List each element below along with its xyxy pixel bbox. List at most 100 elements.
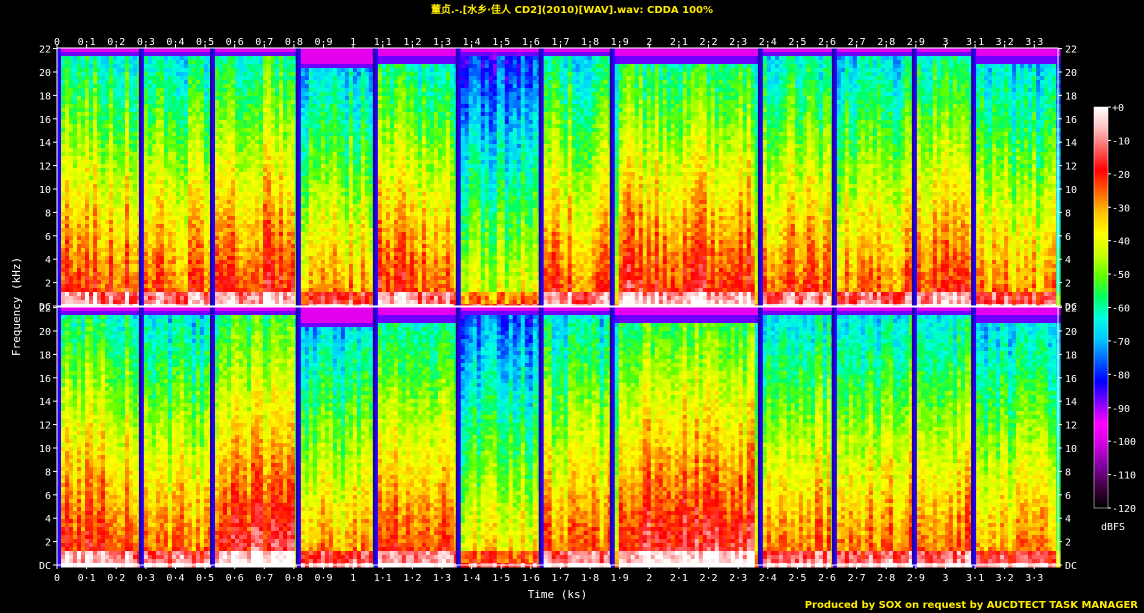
y-tick-label: 4 bbox=[1065, 514, 1071, 525]
x-tick-label: 0·3 bbox=[137, 573, 155, 584]
x-tick-label: 3·2 bbox=[996, 573, 1014, 584]
x-tick-label: 2·5 bbox=[788, 37, 806, 48]
x-tick-label: 1·7 bbox=[551, 37, 569, 48]
track-segment bbox=[457, 48, 542, 309]
y-tick-label: 18 bbox=[1065, 91, 1077, 102]
track-segment bbox=[457, 307, 542, 568]
track-boundary bbox=[610, 48, 613, 306]
track-boundary bbox=[296, 48, 299, 306]
x-tick-label: 2·3 bbox=[729, 37, 747, 48]
x-tick-label: 0·3 bbox=[137, 37, 155, 48]
track-boundary bbox=[758, 48, 761, 306]
x-tick-label: 2·4 bbox=[759, 37, 777, 48]
track-boundary bbox=[912, 48, 915, 306]
track-boundary bbox=[539, 48, 542, 306]
track-boundary bbox=[971, 48, 974, 306]
x-tick-label: 3 bbox=[942, 573, 948, 584]
x-tick-label: 1·8 bbox=[581, 573, 599, 584]
y-tick-label: 12 bbox=[39, 421, 51, 432]
x-tick-label: 2·1 bbox=[670, 37, 688, 48]
x-tick-label: 1·9 bbox=[611, 37, 629, 48]
x-tick-label: 0·2 bbox=[107, 37, 125, 48]
y-tick-label: 12 bbox=[39, 162, 51, 173]
y-tick-label: 2 bbox=[45, 279, 51, 290]
x-tick-label: 2 bbox=[646, 573, 652, 584]
x-tick-label: 1·2 bbox=[403, 573, 421, 584]
y-tick-label: 14 bbox=[39, 397, 51, 408]
x-tick-label: 0 bbox=[54, 573, 60, 584]
track-boundary bbox=[912, 307, 915, 565]
y-tick-label: 4 bbox=[1065, 255, 1071, 266]
track-segment bbox=[759, 48, 836, 309]
x-tick-label: 1·2 bbox=[403, 37, 421, 48]
colorbar-tick-label: -70 bbox=[1112, 337, 1130, 348]
x-axis-label: Time (ks) bbox=[528, 588, 588, 601]
x-tick-label: 0·4 bbox=[166, 37, 184, 48]
y-tick-label: 22 bbox=[1065, 304, 1077, 315]
track-segment bbox=[540, 48, 613, 309]
x-tick-label: 2·9 bbox=[907, 37, 925, 48]
x-tick-label: 3·1 bbox=[966, 37, 984, 48]
track-segment bbox=[140, 307, 213, 568]
track-boundary bbox=[758, 307, 761, 565]
y-axis-label: Frequency (kHz) bbox=[10, 257, 23, 356]
track-boundary bbox=[539, 307, 542, 565]
x-tick-label: 2 bbox=[646, 37, 652, 48]
x-tick-label: 1·3 bbox=[433, 573, 451, 584]
y-tick-label: 4 bbox=[45, 255, 51, 266]
x-tick-label: 2·8 bbox=[877, 573, 895, 584]
x-tick-label: 1 bbox=[350, 37, 356, 48]
track-segment bbox=[833, 307, 914, 568]
y-tick-label: 6 bbox=[45, 491, 51, 502]
producer-credit: Produced by SOX on request by AUCDTECT T… bbox=[805, 600, 1138, 611]
x-tick-label: 1·4 bbox=[463, 37, 481, 48]
y-tick-label: 18 bbox=[39, 350, 51, 361]
x-tick-label: 1·6 bbox=[522, 37, 540, 48]
x-tick-label: 3·3 bbox=[1025, 37, 1043, 48]
x-tick-label: 3·3 bbox=[1025, 573, 1043, 584]
track-segment bbox=[297, 48, 378, 309]
track-boundary bbox=[373, 307, 376, 565]
track-boundary bbox=[139, 48, 142, 306]
colorbar-tick-label: -100 bbox=[1112, 437, 1136, 448]
x-tick-label: 0·2 bbox=[107, 573, 125, 584]
y-tick-label: 8 bbox=[45, 208, 51, 219]
y-tick-label: 2 bbox=[45, 538, 51, 549]
x-tick-label: 0·8 bbox=[285, 37, 303, 48]
x-tick-label: 0 bbox=[54, 37, 60, 48]
y-tick-label: 10 bbox=[1065, 185, 1077, 196]
x-tick-label: 1·9 bbox=[611, 573, 629, 584]
x-tick-label: 3·1 bbox=[966, 573, 984, 584]
track-segment bbox=[540, 307, 613, 568]
colorbar-tick-label: -50 bbox=[1112, 270, 1130, 281]
y-tick-label: 14 bbox=[1065, 138, 1077, 149]
x-tick-label: 0·6 bbox=[226, 573, 244, 584]
colorbar-tick-label: -10 bbox=[1112, 136, 1130, 147]
colorbar-tick-label: -60 bbox=[1112, 304, 1130, 315]
x-tick-label: 2·7 bbox=[848, 37, 866, 48]
y-tick-label: 16 bbox=[1065, 115, 1077, 126]
track-boundary bbox=[832, 307, 835, 565]
colorbar-tick-label: -20 bbox=[1112, 170, 1130, 181]
track-segment bbox=[211, 48, 300, 309]
x-tick-label: 3 bbox=[942, 37, 948, 48]
x-tick-label: 2·2 bbox=[700, 573, 718, 584]
track-segment bbox=[211, 307, 300, 568]
y-tick-label: 6 bbox=[1065, 491, 1071, 502]
x-tick-label: 0·1 bbox=[78, 573, 96, 584]
track-boundary bbox=[210, 307, 213, 565]
track-boundary bbox=[610, 307, 613, 565]
track-boundary bbox=[296, 307, 299, 565]
track-segment bbox=[833, 48, 914, 309]
y-tick-label: 14 bbox=[39, 138, 51, 149]
y-tick-label: 16 bbox=[1065, 374, 1077, 385]
x-tick-label: 1·5 bbox=[492, 37, 510, 48]
y-tick-label: 18 bbox=[39, 91, 51, 102]
y-tick-label: 14 bbox=[1065, 397, 1077, 408]
colorbar-label: dBFS bbox=[1101, 522, 1125, 533]
x-tick-label: 0·7 bbox=[255, 573, 273, 584]
y-tick-label: 2 bbox=[1065, 279, 1071, 290]
y-tick-label: 20 bbox=[39, 68, 51, 79]
y-tick-label: 10 bbox=[39, 185, 51, 196]
x-tick-label: 1·6 bbox=[522, 573, 540, 584]
